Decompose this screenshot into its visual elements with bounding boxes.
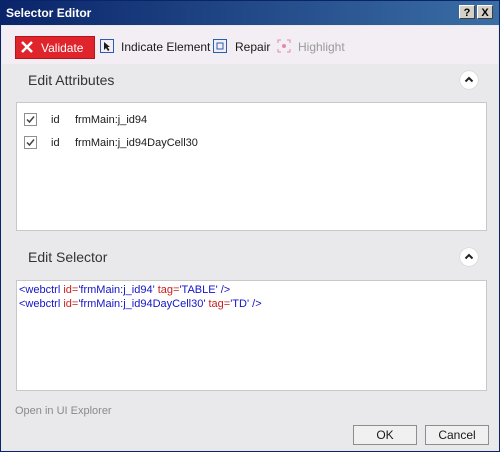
highlight-icon — [277, 39, 291, 53]
attribute-row: id frmMain:j_id94 — [17, 111, 486, 129]
attribute-checkbox[interactable] — [24, 113, 37, 126]
selector-attr-value: 'TD' — [230, 298, 250, 310]
selector-editor-window: Selector Editor ? X Validate Indicate El… — [0, 0, 500, 452]
validate-button[interactable]: Validate — [15, 36, 95, 59]
selector-line: <webctrl id='frmMain:j_id94DayCell30' ta… — [19, 298, 262, 310]
open-in-ui-explorer-link[interactable]: Open in UI Explorer — [15, 405, 112, 417]
title-bar[interactable]: Selector Editor ? X — [1, 1, 499, 25]
toolbar: Validate Indicate Element Repair Highlig… — [2, 26, 498, 64]
cancel-button[interactable]: Cancel — [425, 425, 489, 445]
collapse-selector-button[interactable] — [460, 248, 478, 266]
help-button[interactable]: ? — [459, 5, 475, 19]
selector-tag-open: <webctrl — [19, 298, 64, 310]
attribute-value[interactable]: frmMain:j_id94 — [75, 114, 147, 126]
repair-button[interactable]: Repair — [235, 40, 270, 54]
selector-attr-key: tag= — [205, 298, 231, 310]
selector-attr-key: id= — [63, 284, 79, 296]
selector-tag-close: /> — [217, 284, 231, 296]
window-title: Selector Editor — [6, 6, 92, 20]
close-icon — [21, 41, 33, 53]
selector-tag-open: <webctrl — [19, 284, 64, 296]
selector-attr-value: 'TABLE' — [179, 284, 218, 296]
selector-attr-key: tag= — [154, 284, 180, 296]
checkmark-icon — [26, 116, 35, 124]
indicate-element-button[interactable]: Indicate Element — [121, 40, 210, 54]
ok-button[interactable]: OK — [353, 425, 417, 445]
collapse-attributes-button[interactable] — [460, 71, 478, 89]
selector-attr-value: 'frmMain:j_id94' — [78, 284, 155, 296]
attributes-list: id frmMain:j_id94 id frmMain:j_id94DayCe… — [16, 102, 487, 231]
attribute-name: id — [51, 137, 60, 149]
selector-attr-key: id= — [63, 298, 79, 310]
attribute-row: id frmMain:j_id94DayCell30 — [17, 134, 486, 152]
edit-attributes-title: Edit Attributes — [28, 72, 115, 88]
chevron-up-icon — [464, 253, 474, 260]
edit-selector-title: Edit Selector — [28, 249, 108, 265]
indicate-element-icon[interactable] — [100, 39, 114, 53]
highlight-button: Highlight — [298, 40, 345, 54]
close-button[interactable]: X — [477, 5, 493, 19]
checkmark-icon — [26, 139, 35, 147]
attribute-name: id — [51, 114, 60, 126]
selector-line: <webctrl id='frmMain:j_id94' tag='TABLE'… — [19, 284, 230, 296]
repair-icon[interactable] — [213, 39, 227, 53]
attribute-value[interactable]: frmMain:j_id94DayCell30 — [75, 137, 198, 149]
selector-attr-value: 'frmMain:j_id94DayCell30' — [78, 298, 206, 310]
attribute-checkbox[interactable] — [24, 136, 37, 149]
validate-label: Validate — [41, 41, 84, 55]
selector-tag-close: /> — [249, 298, 262, 310]
selector-text-area[interactable]: <webctrl id='frmMain:j_id94' tag='TABLE'… — [16, 280, 487, 391]
chevron-up-icon — [464, 76, 474, 83]
